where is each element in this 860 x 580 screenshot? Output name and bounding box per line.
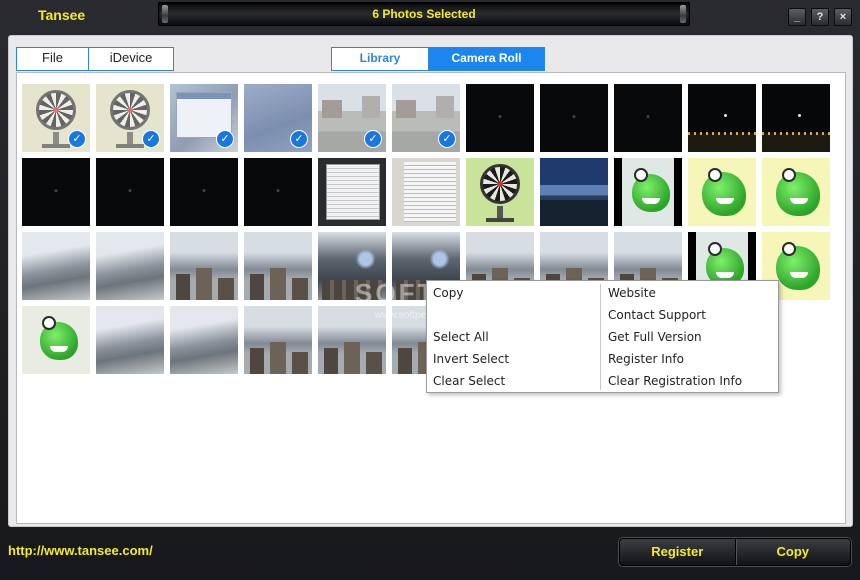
photo-thumbnail[interactable]: ✓ bbox=[22, 84, 90, 152]
photo-thumbnail[interactable] bbox=[614, 158, 682, 226]
photo-thumbnail[interactable] bbox=[762, 158, 830, 226]
photo-thumbnail[interactable] bbox=[318, 158, 386, 226]
register-button[interactable]: Register bbox=[620, 539, 735, 565]
context-menu: Copy Select All Invert Select Clear Sele… bbox=[426, 280, 779, 393]
website-link[interactable]: http://www.tansee.com/ bbox=[8, 543, 153, 558]
menu-item-select-all[interactable]: Select All bbox=[433, 328, 593, 346]
selected-check-icon: ✓ bbox=[364, 130, 382, 148]
menu-item-contact-support[interactable]: Contact Support bbox=[608, 306, 773, 324]
app-window: Tansee 6 Photos Selected _ ? × File iDev… bbox=[0, 0, 860, 580]
photo-thumbnail[interactable] bbox=[244, 306, 312, 374]
menu-item-website[interactable]: Website bbox=[608, 284, 773, 302]
help-button[interactable]: ? bbox=[811, 8, 829, 26]
photo-thumbnail[interactable]: ✓ bbox=[392, 84, 460, 152]
selected-check-icon: ✓ bbox=[68, 130, 86, 148]
menu-item-invert-select[interactable]: Invert Select bbox=[433, 350, 593, 368]
photo-thumbnail[interactable]: ✓ bbox=[318, 84, 386, 152]
selected-check-icon: ✓ bbox=[438, 130, 456, 148]
menu-item-register-info[interactable]: Register Info bbox=[608, 350, 773, 368]
photo-thumbnail[interactable] bbox=[96, 306, 164, 374]
photo-thumbnail[interactable] bbox=[170, 158, 238, 226]
copy-button[interactable]: Copy bbox=[734, 539, 851, 565]
view-tabs: Library Camera Roll bbox=[331, 47, 545, 71]
tab-camera-roll[interactable]: Camera Roll bbox=[429, 48, 544, 70]
photo-thumbnail[interactable] bbox=[540, 158, 608, 226]
photo-thumbnail[interactable]: ✓ bbox=[244, 84, 312, 152]
selection-status: 6 Photos Selected bbox=[372, 7, 476, 21]
photo-thumbnail[interactable] bbox=[22, 158, 90, 226]
photo-thumbnail[interactable] bbox=[392, 158, 460, 226]
menu-item-clear-select[interactable]: Clear Select bbox=[433, 372, 593, 390]
selected-check-icon: ✓ bbox=[290, 130, 308, 148]
close-button[interactable]: × bbox=[834, 8, 852, 26]
status-bar: 6 Photos Selected bbox=[158, 2, 690, 26]
photo-thumbnail[interactable] bbox=[244, 158, 312, 226]
photo-thumbnail[interactable] bbox=[170, 306, 238, 374]
footer-button-bar: Register Copy bbox=[619, 538, 851, 566]
photo-thumbnail[interactable]: ✓ bbox=[170, 84, 238, 152]
source-tabs: File iDevice bbox=[16, 47, 174, 71]
menu-divider bbox=[600, 284, 601, 390]
photo-thumbnail[interactable] bbox=[540, 84, 608, 152]
photo-thumbnail[interactable] bbox=[170, 232, 238, 300]
photo-thumbnail[interactable] bbox=[96, 158, 164, 226]
photo-thumbnail[interactable] bbox=[614, 84, 682, 152]
menu-item-copy[interactable]: Copy bbox=[433, 284, 593, 302]
menu-item-clear-registration-info[interactable]: Clear Registration Info bbox=[608, 372, 773, 390]
photo-thumbnail[interactable] bbox=[244, 232, 312, 300]
app-title: Tansee bbox=[38, 7, 86, 23]
menu-item-blank bbox=[433, 306, 593, 324]
tab-file[interactable]: File bbox=[17, 48, 89, 70]
minimize-button[interactable]: _ bbox=[788, 8, 806, 26]
photo-thumbnail[interactable] bbox=[688, 158, 756, 226]
photo-thumbnail[interactable] bbox=[22, 232, 90, 300]
menu-item-get-full-version[interactable]: Get Full Version bbox=[608, 328, 773, 346]
photo-thumbnail[interactable] bbox=[688, 84, 756, 152]
tab-idevice[interactable]: iDevice bbox=[89, 48, 173, 70]
photo-thumbnail[interactable] bbox=[466, 158, 534, 226]
selected-check-icon: ✓ bbox=[142, 130, 160, 148]
tab-library[interactable]: Library bbox=[332, 48, 429, 70]
photo-thumbnail[interactable]: ✓ bbox=[96, 84, 164, 152]
selected-check-icon: ✓ bbox=[216, 130, 234, 148]
photo-thumbnail[interactable] bbox=[96, 232, 164, 300]
photo-thumbnail[interactable] bbox=[762, 84, 830, 152]
photo-thumbnail[interactable] bbox=[466, 84, 534, 152]
photo-thumbnail[interactable] bbox=[22, 306, 90, 374]
